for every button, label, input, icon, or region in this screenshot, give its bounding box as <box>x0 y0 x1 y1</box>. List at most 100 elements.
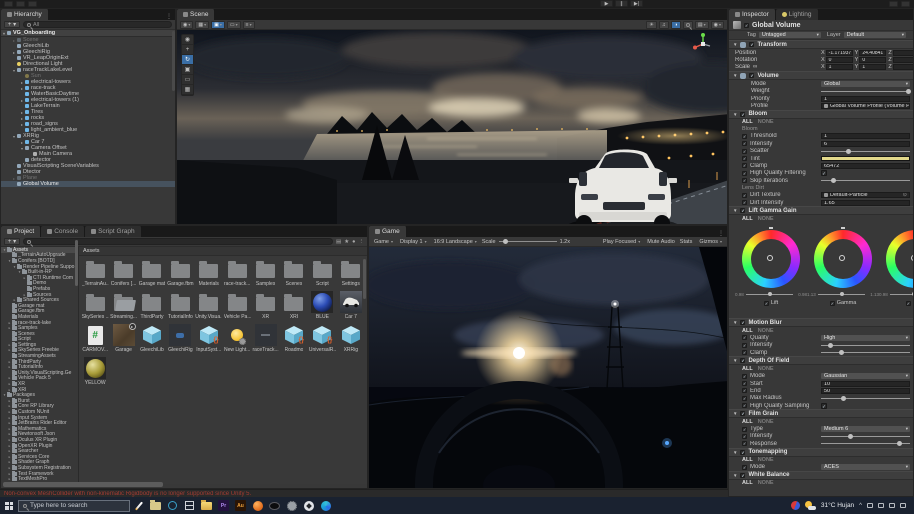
slider-knob[interactable] <box>831 178 837 184</box>
tray-expand-icon[interactable]: ^ <box>859 503 862 509</box>
quality-dropdown[interactable]: High <box>821 334 910 341</box>
weather-text[interactable]: 31°C Hujan <box>821 502 854 509</box>
override-checkbox[interactable]: ✓ <box>742 373 747 379</box>
asset-skyseries[interactable]: SkySeries ... <box>81 291 109 320</box>
shading-mode-dropdown[interactable]: ◉ ▾ <box>180 20 194 29</box>
tab-project[interactable]: Project <box>1 226 42 237</box>
clamp-field[interactable]: 65472 <box>821 162 910 169</box>
override-checkbox[interactable]: ✓ <box>742 403 747 409</box>
layer-dropdown[interactable]: Default <box>843 32 906 38</box>
override-checkbox[interactable]: ✓ <box>742 141 747 147</box>
slider-knob[interactable] <box>897 441 903 447</box>
asset-car-7[interactable]: Car 7 <box>337 291 365 320</box>
pause-button[interactable]: ∥ <box>615 0 628 7</box>
none-button[interactable]: NONE <box>758 366 774 372</box>
dirt-texture-object-field[interactable]: Default-Particle ⊙ <box>821 192 910 199</box>
enabled-checkbox[interactable]: ✓ <box>740 358 746 364</box>
scale-tool[interactable]: ▣ <box>182 65 193 75</box>
wheel-slider[interactable] <box>745 292 794 297</box>
hierarchy-item-scene[interactable]: ▸ Scene <box>1 37 175 43</box>
foldout-arrow-icon[interactable]: ▼ <box>733 473 737 478</box>
override-checkbox[interactable]: ✓ <box>742 342 747 348</box>
asset-gleechilib[interactable]: GleechiLib <box>138 324 166 353</box>
file-explorer-icon[interactable] <box>198 497 215 514</box>
high-quality-sampling-checkbox[interactable]: ✓ <box>821 402 827 409</box>
none-button[interactable]: NONE <box>758 328 774 334</box>
enabled-checkbox[interactable]: ✓ <box>749 73 755 79</box>
status-bar[interactable]: Non-convex MeshCollider with non-kinemat… <box>0 489 728 497</box>
edge-icon[interactable] <box>317 497 334 514</box>
asset-unity-visua[interactable]: Unity.Visua... <box>195 291 223 320</box>
all-button[interactable]: ALL <box>742 366 753 372</box>
asset-inputsyst[interactable]: {} InputSyst... <box>195 324 223 353</box>
axis-field[interactable]: 24.40841 <box>859 49 887 56</box>
add-gameobject-button[interactable]: + ▾ <box>4 21 20 28</box>
axis-field[interactable] <box>892 57 913 64</box>
axis-field[interactable]: -1.171937 <box>825 49 853 56</box>
project-search-input[interactable] <box>23 238 334 245</box>
slider-knob[interactable] <box>827 342 833 348</box>
audio-toggle-icon[interactable]: ♫ <box>658 20 669 29</box>
open-asset-icon[interactable]: ▤ <box>336 239 341 245</box>
section-header-volume[interactable]: ▼ ✓ Volume <box>729 71 913 81</box>
override-checkbox[interactable]: ✓ <box>742 433 747 439</box>
asset-gleechirig[interactable]: GleechiRig <box>166 324 194 353</box>
task-view-icon[interactable] <box>181 497 198 514</box>
stats-button[interactable]: Stats <box>680 239 693 245</box>
game-menu-icon[interactable]: ⋮ <box>718 230 727 237</box>
tab-scene[interactable]: Scene <box>177 9 216 20</box>
override-checkbox[interactable]: ✓ <box>829 300 835 306</box>
override-checkbox[interactable]: ✓ <box>742 381 747 386</box>
asset-racetrack[interactable]: raceTrack... <box>251 324 279 353</box>
override-checkbox[interactable]: ✓ <box>742 350 747 356</box>
override-checkbox[interactable]: ✓ <box>742 133 747 139</box>
object-picker-icon[interactable]: ⊙ <box>903 193 907 197</box>
all-button[interactable]: ALL <box>742 419 753 425</box>
orange-app-icon[interactable] <box>249 497 266 514</box>
rotate-tool[interactable]: ↻ <box>182 55 193 65</box>
asset-new-light[interactable]: New Light... <box>223 324 251 353</box>
hierarchy-scene-root[interactable]: ▾ VG_Onboarding <box>1 30 175 37</box>
section-header-transform[interactable]: ▼ ✓ Transform <box>729 40 913 49</box>
camera-settings-button[interactable]: ▭ ▾ <box>226 20 241 29</box>
view-options-dropdown[interactable]: ▦ ▾ <box>195 20 210 29</box>
asset-terrainau[interactable]: _TerrainAu... <box>81 258 109 287</box>
override-checkbox[interactable]: ✓ <box>742 441 747 447</box>
section-header-tonemapping[interactable]: ▼ ✓ Tonemapping <box>729 447 913 457</box>
override-checkbox[interactable]: ✓ <box>742 163 747 169</box>
all-button[interactable]: ALL <box>742 457 753 463</box>
asset-xr[interactable]: XR <box>251 291 279 320</box>
override-checkbox[interactable]: ✓ <box>742 178 747 184</box>
tab-lighting[interactable]: Lighting <box>775 9 819 20</box>
asset-vehicle-pa[interactable]: Vehicle Pa... <box>223 291 251 320</box>
dark-oval-app-icon[interactable] <box>266 497 283 514</box>
intensity-field[interactable]: 6 <box>821 140 910 147</box>
tag-dropdown[interactable]: Untagged <box>758 32 821 38</box>
asset-roadmo[interactable]: {} Roadmo <box>280 324 308 353</box>
tab-console[interactable]: Console <box>41 226 86 237</box>
asset-garage[interactable]: ▸ Garage <box>109 323 137 353</box>
axis-field[interactable]: 0 <box>825 57 853 64</box>
mode-dropdown[interactable]: ACES <box>821 464 910 471</box>
response-slider[interactable] <box>821 440 910 447</box>
asset-scenes[interactable]: Scenes <box>280 258 308 287</box>
foldout-arrow-icon[interactable]: ▼ <box>733 112 737 117</box>
asset-garage-fbm[interactable]: Garage.fbm <box>166 258 194 287</box>
override-checkbox[interactable]: ✓ <box>763 300 769 306</box>
type-dropdown[interactable]: Medium 6 <box>821 426 910 433</box>
foldout-arrow-icon[interactable]: ▼ <box>733 42 737 47</box>
foldout-arrow-icon[interactable]: ▼ <box>733 320 737 325</box>
game-viewport[interactable] <box>369 247 727 488</box>
slider-knob[interactable] <box>906 88 912 94</box>
asset-yellow[interactable]: YELLOW <box>81 357 109 386</box>
enabled-checkbox[interactable]: ✓ <box>749 42 755 47</box>
hierarchy-scrollbar[interactable] <box>172 31 175 91</box>
lift-trackball[interactable]: 0.98 0.98 ✓ Lift <box>735 227 807 307</box>
foldout-arrow-icon[interactable]: ▼ <box>733 73 737 78</box>
section-header-depth-of-field[interactable]: ▼ ✓ Depth Of Field <box>729 356 913 366</box>
section-header-lift-gamma-gain[interactable]: ▼ ✓ Lift Gamma Gain <box>729 206 913 216</box>
color-wheel[interactable] <box>886 230 913 289</box>
volume-icon[interactable] <box>889 503 895 508</box>
all-button[interactable]: ALL <box>742 480 753 486</box>
tab-inspector[interactable]: Inspector <box>729 9 776 20</box>
